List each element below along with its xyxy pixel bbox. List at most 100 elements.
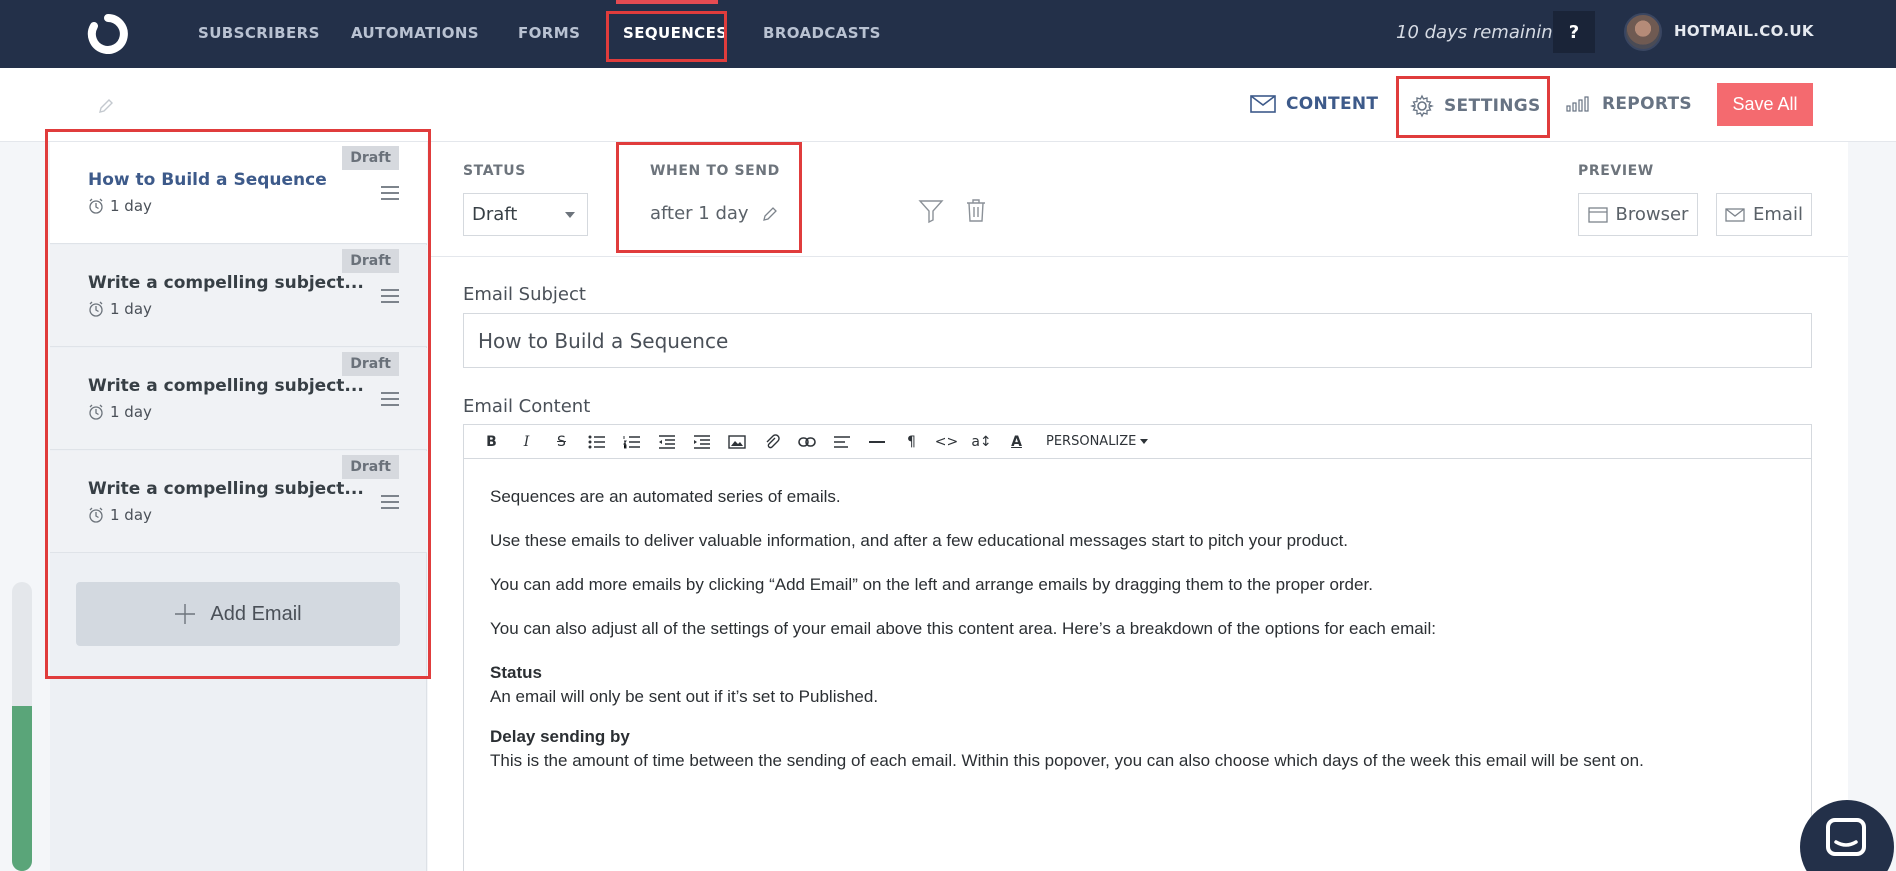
alarm-clock-icon <box>89 301 103 317</box>
content-paragraph: You can also adjust all of the settings … <box>490 619 1436 638</box>
align-left-icon[interactable] <box>824 425 859 458</box>
paragraph-button[interactable]: ¶ <box>894 425 929 458</box>
email-content-editor[interactable]: Sequences are an automated series of ema… <box>463 458 1812 871</box>
email-subject-label: Email Subject <box>463 284 586 305</box>
email-title: How to Build a Sequence <box>88 170 327 190</box>
personalize-dropdown[interactable]: PERSONALIZE <box>1046 434 1149 449</box>
alarm-clock-icon <box>89 507 103 523</box>
sequence-email-item[interactable]: Draft Write a compelling subject... 1 da… <box>50 348 427 450</box>
editor-toolbar: B I S ¶ <> a↕ A PERSONALIZE <box>463 424 1812 459</box>
tab-content[interactable]: CONTENT <box>1250 94 1378 114</box>
chevron-down-icon <box>1140 439 1149 444</box>
when-to-send-value[interactable]: after 1 day <box>650 203 779 224</box>
when-to-send-text: after 1 day <box>650 203 749 224</box>
status-badge: Draft <box>342 352 399 376</box>
drag-handle-icon[interactable] <box>381 186 399 200</box>
edit-sequence-name-icon[interactable] <box>96 96 116 116</box>
status-label: STATUS <box>463 163 526 179</box>
save-all-button[interactable]: Save All <box>1717 83 1813 126</box>
sequence-email-item[interactable]: Draft Write a compelling subject... 1 da… <box>50 451 427 553</box>
envelope-icon <box>1250 95 1276 113</box>
chevron-down-icon <box>565 211 575 218</box>
sequence-email-item[interactable]: Draft How to Build a Sequence 1 day <box>50 142 427 244</box>
tab-settings-label: SETTINGS <box>1444 96 1541 116</box>
indent-icon[interactable] <box>684 425 719 458</box>
email-delay-label: 1 day <box>110 300 152 318</box>
status-badge: Draft <box>342 146 399 170</box>
top-navigation-bar: SUBSCRIBERS AUTOMATIONS FORMS SEQUENCES … <box>0 0 1896 68</box>
content-heading: Status <box>490 663 542 682</box>
email-delay: 1 day <box>88 506 152 524</box>
filter-icon[interactable] <box>918 198 944 224</box>
nav-automations[interactable]: AUTOMATIONS <box>351 24 479 42</box>
email-subject-input[interactable] <box>463 313 1812 368</box>
preview-browser-button[interactable]: Browser <box>1578 193 1698 236</box>
drag-handle-icon[interactable] <box>381 289 399 303</box>
text-color-button[interactable]: A <box>999 425 1034 458</box>
preview-browser-label: Browser <box>1615 204 1689 225</box>
add-email-button[interactable]: Add Email <box>76 582 400 646</box>
nav-broadcasts[interactable]: BROADCASTS <box>763 24 881 42</box>
image-icon[interactable] <box>719 425 754 458</box>
preview-label: PREVIEW <box>1578 163 1654 179</box>
tab-settings[interactable]: SETTINGS <box>1410 94 1541 118</box>
gear-icon <box>1410 94 1434 118</box>
preview-email-button[interactable]: Email <box>1716 193 1812 236</box>
email-title: Write a compelling subject... <box>88 273 364 293</box>
content-heading: Delay sending by <box>490 727 630 746</box>
email-delay: 1 day <box>88 403 152 421</box>
sequence-email-list: Draft How to Build a Sequence 1 day Draf… <box>50 142 427 871</box>
add-email-label: Add Email <box>210 602 302 625</box>
personalize-label: PERSONALIZE <box>1046 434 1137 449</box>
plus-icon <box>175 604 196 624</box>
trash-icon[interactable] <box>964 197 988 223</box>
chat-widget-button[interactable] <box>1800 800 1894 871</box>
trial-remaining-text[interactable]: 10 days remaining <box>1396 22 1564 43</box>
tab-reports[interactable]: REPORTS <box>1566 94 1692 114</box>
progress-fill <box>12 706 32 871</box>
email-delay-label: 1 day <box>110 506 152 524</box>
nav-forms[interactable]: FORMS <box>518 24 580 42</box>
italic-button[interactable]: I <box>509 425 544 458</box>
nav-subscribers[interactable]: SUBSCRIBERS <box>198 24 320 42</box>
account-menu[interactable]: HOTMAIL.CO.UK <box>1674 22 1814 40</box>
horizontal-rule-icon[interactable] <box>859 425 894 458</box>
drag-handle-icon[interactable] <box>381 495 399 509</box>
logo-icon[interactable] <box>86 14 130 54</box>
envelope-icon <box>1725 207 1745 222</box>
link-icon[interactable] <box>789 425 824 458</box>
drag-handle-icon[interactable] <box>381 392 399 406</box>
numbered-list-icon[interactable] <box>614 425 649 458</box>
font-size-button[interactable]: a↕ <box>964 425 999 458</box>
email-delay: 1 day <box>88 197 152 215</box>
email-delay-label: 1 day <box>110 403 152 421</box>
attachment-icon[interactable] <box>754 425 789 458</box>
alarm-clock-icon <box>89 198 103 214</box>
email-title: Write a compelling subject... <box>88 376 364 396</box>
email-delay-label: 1 day <box>110 197 152 215</box>
avatar[interactable] <box>1624 13 1662 51</box>
email-title: Write a compelling subject... <box>88 479 364 499</box>
browser-icon <box>1587 206 1608 223</box>
content-paragraph: You can add more emails by clicking “Add… <box>490 575 1373 594</box>
bold-button[interactable]: B <box>474 425 509 458</box>
email-delay: 1 day <box>88 300 152 318</box>
tab-content-label: CONTENT <box>1286 94 1379 114</box>
outdent-icon[interactable] <box>649 425 684 458</box>
bullet-list-icon[interactable] <box>579 425 614 458</box>
content-paragraph: This is the amount of time between the s… <box>490 751 1644 770</box>
content-paragraph: An email will only be sent out if it’s s… <box>490 687 879 706</box>
pencil-icon[interactable] <box>761 205 779 223</box>
email-content-label: Email Content <box>463 396 591 417</box>
content-paragraph: Use these emails to deliver valuable inf… <box>490 531 1349 550</box>
tab-reports-label: REPORTS <box>1602 94 1692 114</box>
status-select[interactable]: Draft <box>463 193 588 236</box>
when-to-send-label: WHEN TO SEND <box>650 163 780 179</box>
strikethrough-button[interactable]: S <box>544 425 579 458</box>
code-view-button[interactable]: <> <box>929 425 964 458</box>
sequence-email-item[interactable]: Draft Write a compelling subject... 1 da… <box>50 245 427 347</box>
status-badge: Draft <box>342 249 399 273</box>
help-button[interactable]: ? <box>1553 11 1595 53</box>
preview-email-label: Email <box>1753 204 1803 225</box>
nav-sequences[interactable]: SEQUENCES <box>623 24 727 42</box>
